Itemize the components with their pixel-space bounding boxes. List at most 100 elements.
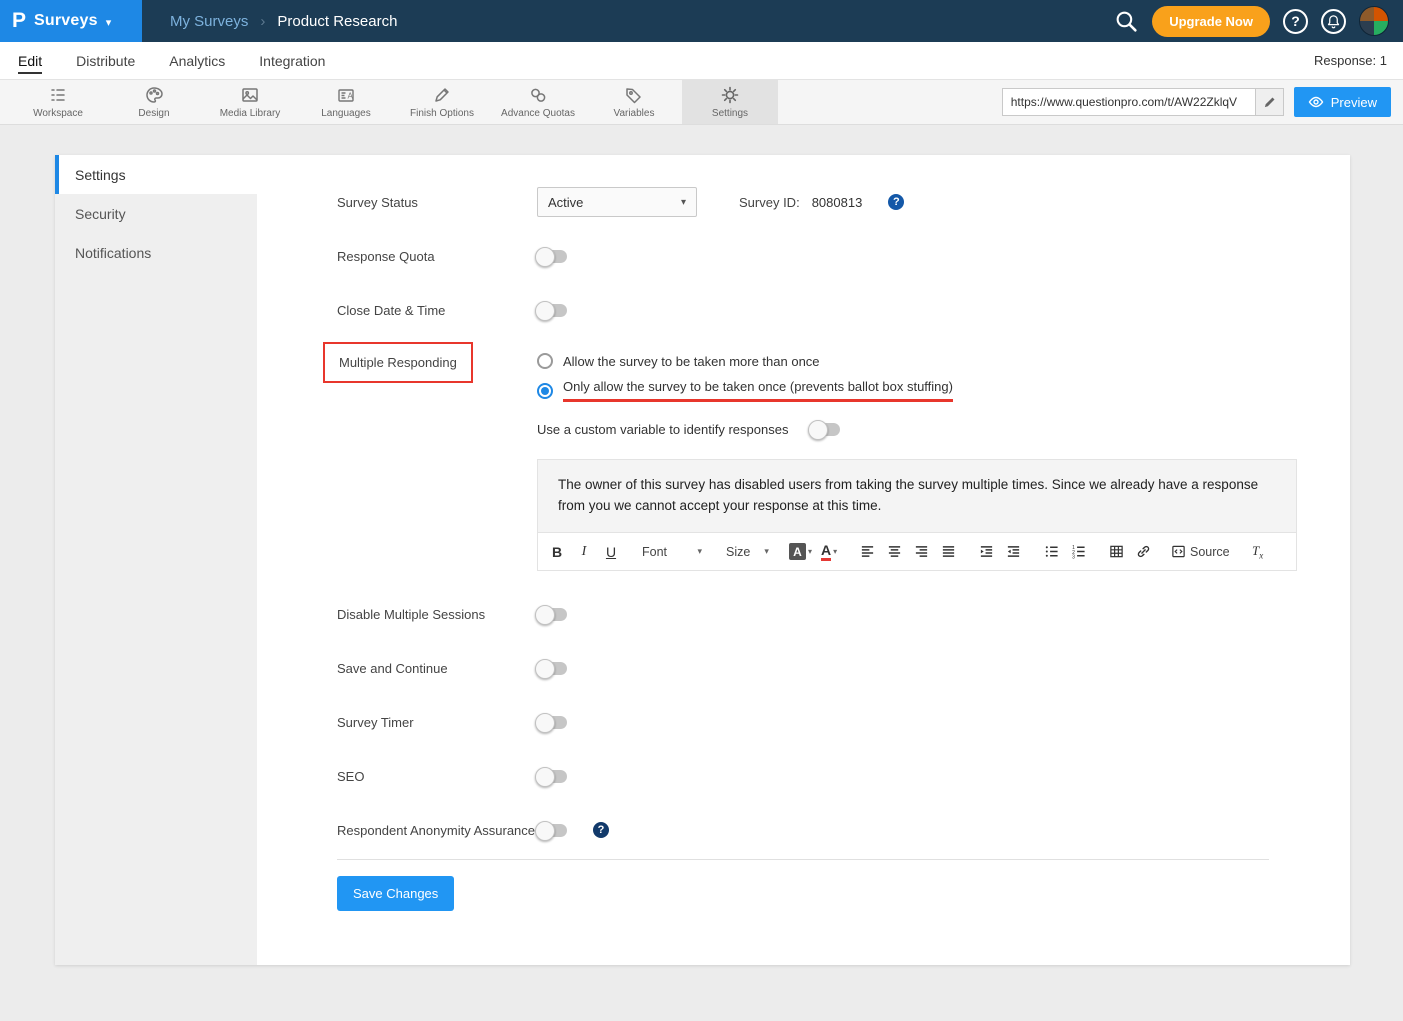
survey-url-input[interactable] — [1003, 89, 1255, 115]
radio-selected-icon[interactable] — [537, 383, 553, 399]
survey-status-value: Active — [548, 195, 583, 210]
remove-format-button[interactable]: Tx — [1245, 539, 1271, 565]
tab-edit[interactable]: Edit — [16, 53, 59, 69]
custom-variable-label: Use a custom variable to identify respon… — [537, 422, 788, 437]
bulleted-list-button[interactable] — [1038, 539, 1064, 565]
font-dropdown-label: Font — [642, 545, 667, 559]
tab-analytics[interactable]: Analytics — [152, 53, 242, 69]
multiple-responding-options: Allow the survey to be taken more than o… — [537, 353, 953, 402]
chevron-down-icon: ▾ — [681, 197, 686, 208]
tab-distribute-label: Distribute — [76, 53, 135, 69]
tab-distribute[interactable]: Distribute — [59, 53, 152, 69]
page-body: Settings Security Notifications Survey S… — [0, 155, 1403, 1021]
breadcrumb-my-surveys[interactable]: My Surveys — [170, 13, 248, 30]
toolbar-item-workspace[interactable]: Workspace — [10, 80, 106, 124]
bold-button[interactable]: B — [544, 539, 570, 565]
surveys-product-menu[interactable]: P Surveys ▾ — [0, 0, 142, 42]
close-date-row: Close Date & Time — [337, 297, 1298, 323]
toolbar-item-design[interactable]: Design — [106, 80, 202, 124]
insert-link-button[interactable] — [1130, 539, 1156, 565]
tab-analytics-label: Analytics — [169, 53, 225, 69]
disable-sessions-toggle[interactable] — [537, 608, 567, 621]
settings-form: Survey Status Active ▾ Survey ID: 808081… — [257, 155, 1350, 965]
survey-id-value: 8080813 — [812, 195, 863, 210]
anonymity-help-icon[interactable]: ? — [593, 822, 609, 838]
toolbar-item-settings[interactable]: Settings — [682, 80, 778, 124]
sidebar-item-settings[interactable]: Settings — [55, 155, 257, 194]
product-label: Surveys — [34, 12, 98, 30]
toolbar-item-media-library[interactable]: Media Library — [202, 80, 298, 124]
toolbar-label-media-library: Media Library — [220, 108, 281, 119]
underline-button[interactable]: U — [598, 539, 624, 565]
save-changes-button[interactable]: Save Changes — [337, 876, 454, 911]
sidebar-item-notifications[interactable]: Notifications — [55, 233, 257, 272]
italic-button[interactable]: I — [571, 539, 597, 565]
multiple-responding-label-col: Multiple Responding — [337, 353, 537, 383]
size-dropdown[interactable]: Size ▾ — [720, 539, 774, 565]
multiple-responding-label: Multiple Responding — [339, 355, 457, 370]
indent-decrease-button[interactable] — [1000, 539, 1026, 565]
svg-text:A: A — [348, 92, 354, 101]
anonymity-help-glyph: ? — [598, 824, 605, 836]
toolbar-item-variables[interactable]: Variables — [586, 80, 682, 124]
numbered-list-button[interactable]: 123 — [1065, 539, 1091, 565]
toolbar-item-finish-options[interactable]: Finish Options — [394, 80, 490, 124]
help-icon[interactable]: ? — [1283, 9, 1308, 34]
radio-option-multiple-allowed[interactable]: Allow the survey to be taken more than o… — [537, 353, 953, 369]
align-justify-button[interactable] — [935, 539, 961, 565]
font-dropdown[interactable]: Font ▾ — [636, 539, 708, 565]
svg-text:3: 3 — [1072, 554, 1075, 559]
radio-only-once-label: Only allow the survey to be taken once (… — [563, 379, 953, 402]
radio-unselected-icon[interactable] — [537, 353, 553, 369]
survey-timer-toggle[interactable] — [537, 716, 567, 729]
sidebar-item-security[interactable]: Security — [55, 194, 257, 233]
breadcrumb: My Surveys › Product Research — [170, 13, 397, 30]
anonymity-label: Respondent Anonymity Assurance — [337, 823, 537, 838]
topbar-actions: Upgrade Now ? — [1114, 6, 1403, 37]
user-avatar[interactable] — [1359, 6, 1389, 36]
notifications-bell-icon[interactable] — [1321, 9, 1346, 34]
custom-variable-toggle[interactable] — [810, 423, 840, 436]
toolbar-item-advance-quotas[interactable]: Advance Quotas — [490, 80, 586, 124]
source-button[interactable]: Source — [1168, 539, 1233, 565]
response-quota-toggle[interactable] — [537, 250, 567, 263]
editor-content[interactable]: The owner of this survey has disabled us… — [538, 460, 1296, 532]
tab-integration[interactable]: Integration — [242, 53, 342, 69]
survey-id-help-icon[interactable]: ? — [888, 194, 904, 210]
background-color-button[interactable]: A ▾ — [786, 539, 815, 565]
insert-table-button[interactable] — [1103, 539, 1129, 565]
preview-button[interactable]: Preview — [1294, 87, 1391, 117]
upgrade-now-button[interactable]: Upgrade Now — [1152, 6, 1270, 37]
toolbar-item-languages[interactable]: A Languages — [298, 80, 394, 124]
settings-card: Settings Security Notifications Survey S… — [55, 155, 1350, 965]
remove-format-x: x — [1259, 550, 1263, 560]
radio-option-only-once[interactable]: Only allow the survey to be taken once (… — [537, 379, 953, 402]
seo-toggle[interactable] — [537, 770, 567, 783]
background-color-a-glyph: A — [789, 543, 806, 560]
survey-url-box — [1002, 88, 1284, 116]
edit-url-pencil-icon[interactable] — [1255, 89, 1283, 115]
workspace-icon — [48, 85, 68, 105]
align-right-button[interactable] — [908, 539, 934, 565]
disable-sessions-label: Disable Multiple Sessions — [337, 607, 537, 622]
editor-toolbar: B I U Font ▾ Size ▾ A — [538, 532, 1296, 570]
align-center-button[interactable] — [881, 539, 907, 565]
close-date-toggle[interactable] — [537, 304, 567, 317]
toolbar-label-advance-quotas: Advance Quotas — [501, 108, 575, 119]
advance-quotas-icon — [528, 85, 548, 105]
text-color-button[interactable]: A ▾ — [816, 539, 842, 565]
response-quota-label: Response Quota — [337, 249, 537, 264]
search-icon[interactable] — [1114, 9, 1139, 34]
save-continue-label: Save and Continue — [337, 661, 537, 676]
save-continue-toggle[interactable] — [537, 662, 567, 675]
indent-increase-button[interactable] — [973, 539, 999, 565]
chevron-down-icon: ▾ — [697, 546, 702, 557]
toolbar-label-variables: Variables — [614, 108, 655, 119]
align-left-button[interactable] — [854, 539, 880, 565]
survey-status-select[interactable]: Active ▾ — [537, 187, 697, 217]
text-color-a-glyph: A — [821, 543, 831, 561]
disabled-message-editor: The owner of this survey has disabled us… — [537, 459, 1297, 571]
help-glyph: ? — [1291, 13, 1300, 29]
anonymity-toggle[interactable] — [537, 824, 567, 837]
sidebar-notifications-label: Notifications — [75, 245, 151, 261]
